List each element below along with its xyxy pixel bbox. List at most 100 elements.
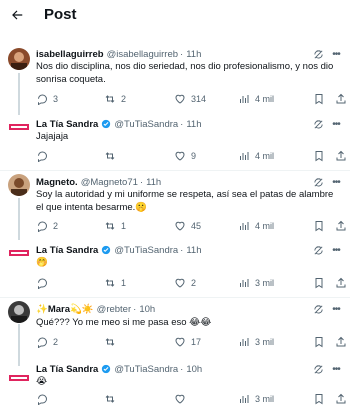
share-icon: [336, 393, 346, 404]
reply-button[interactable]: 2: [36, 336, 58, 348]
grok-icon[interactable]: [312, 303, 324, 315]
reply-icon: [38, 337, 48, 348]
verified-badge-icon: [101, 364, 111, 374]
grok-icon[interactable]: [312, 118, 324, 130]
grok-icon[interactable]: [312, 244, 324, 256]
avatar[interactable]: [8, 301, 30, 323]
tweet-actions: 3 2 314 4 mil: [36, 92, 346, 106]
bookmark-icon: [315, 94, 323, 105]
reply-button[interactable]: [36, 277, 53, 289]
bookmark-button[interactable]: [313, 220, 325, 232]
tweet-text: Qué??? Yo me meo si me pasa eso 😂😂: [36, 317, 212, 328]
heart-icon: [175, 94, 185, 104]
author-name[interactable]: Magneto.: [36, 177, 78, 188]
share-button[interactable]: [335, 93, 347, 105]
author-handle[interactable]: @TuTiaSandra: [114, 245, 178, 256]
tweet-actions: 1 2 3 mil: [36, 276, 346, 290]
like-button[interactable]: 45: [174, 220, 201, 232]
author-handle[interactable]: @rebter: [97, 304, 131, 315]
repost-button[interactable]: 1: [104, 220, 126, 232]
tweet-header: ✨Mara💫☀️ @rebter · 10h: [36, 303, 156, 315]
repost-button[interactable]: 1: [104, 277, 126, 289]
more-options-icon[interactable]: •••: [330, 118, 342, 130]
timestamp[interactable]: 11h: [186, 119, 201, 130]
like-button[interactable]: 17: [174, 336, 201, 348]
grok-icon[interactable]: [312, 363, 324, 375]
share-icon: [336, 93, 346, 104]
repost-button[interactable]: 2: [104, 93, 126, 105]
repost-icon: [105, 338, 115, 346]
author-name[interactable]: La Tía Sandra: [36, 364, 98, 375]
reply-button[interactable]: 3: [36, 93, 58, 105]
back-arrow-icon[interactable]: [8, 6, 26, 24]
like-button[interactable]: 2: [174, 277, 196, 289]
author-name[interactable]: ✨Mara💫☀️: [36, 304, 94, 315]
like-button[interactable]: 9: [174, 150, 196, 162]
repost-button[interactable]: [104, 150, 121, 162]
views-button[interactable]: 4 mil: [238, 93, 274, 105]
author-name[interactable]: La Tía Sandra: [36, 119, 98, 130]
thread-line: [18, 73, 20, 115]
views-icon: [240, 279, 249, 287]
tweet-text: 😭: [36, 376, 48, 387]
share-button[interactable]: [335, 336, 347, 348]
bookmark-button[interactable]: [313, 336, 325, 348]
share-button[interactable]: [335, 393, 347, 405]
reply-icon: [38, 94, 48, 105]
tweet-header: isabellaguirreb @isabellaguirreb · 11h: [36, 48, 202, 60]
bookmark-button[interactable]: [313, 277, 325, 289]
reply-button[interactable]: 2: [36, 220, 58, 232]
repost-icon: [105, 222, 115, 230]
views-button[interactable]: 3 mil: [238, 277, 274, 289]
more-options-icon[interactable]: •••: [330, 176, 342, 188]
avatar[interactable]: [8, 174, 30, 196]
share-button[interactable]: [335, 220, 347, 232]
bookmark-button[interactable]: [313, 150, 325, 162]
views-icon: [240, 152, 249, 160]
bookmark-button[interactable]: [313, 93, 325, 105]
avatar[interactable]: [8, 367, 30, 389]
timestamp[interactable]: 11h: [146, 177, 161, 188]
author-name[interactable]: La Tía Sandra: [36, 245, 98, 256]
avatar[interactable]: [8, 242, 30, 264]
timestamp[interactable]: 10h: [139, 304, 155, 315]
views-button[interactable]: 4 mil: [238, 150, 274, 162]
author-handle[interactable]: @isabellaguirreb: [107, 49, 178, 60]
share-icon: [336, 277, 346, 288]
more-options-icon[interactable]: •••: [330, 244, 342, 256]
thread-line: [18, 324, 20, 366]
reply-icon: [38, 151, 48, 162]
share-button[interactable]: [335, 150, 347, 162]
grok-icon[interactable]: [312, 176, 324, 188]
author-handle[interactable]: @Magneto71: [81, 177, 138, 188]
avatar[interactable]: [8, 48, 30, 70]
reply-button[interactable]: [36, 150, 53, 162]
timestamp[interactable]: 10h: [186, 364, 202, 375]
views-button[interactable]: 3 mil: [238, 336, 274, 348]
grok-icon[interactable]: [312, 48, 324, 60]
timestamp[interactable]: 11h: [186, 49, 201, 60]
tweet-text: Soy la autoridad y mi uniforme se respet…: [36, 189, 334, 213]
author-name[interactable]: isabellaguirreb: [36, 49, 104, 60]
divider: [0, 170, 350, 171]
more-options-icon[interactable]: •••: [330, 48, 342, 60]
reply-button[interactable]: [36, 393, 53, 405]
repost-button[interactable]: [104, 336, 121, 348]
like-button[interactable]: 314: [174, 93, 206, 105]
repost-icon: [105, 395, 115, 403]
page-title: Post: [44, 6, 77, 23]
views-button[interactable]: 3 mil: [238, 393, 274, 405]
bookmark-button[interactable]: [313, 393, 325, 405]
heart-icon: [175, 337, 185, 347]
more-options-icon[interactable]: •••: [330, 363, 342, 375]
tweet-text: Jajajaja: [36, 131, 69, 142]
more-options-icon[interactable]: •••: [330, 303, 342, 315]
timestamp[interactable]: 11h: [186, 245, 201, 256]
avatar[interactable]: [8, 116, 30, 138]
views-button[interactable]: 4 mil: [238, 220, 274, 232]
like-button[interactable]: [174, 393, 191, 405]
author-handle[interactable]: @TuTiaSandra: [114, 364, 178, 375]
repost-button[interactable]: [104, 393, 121, 405]
share-button[interactable]: [335, 277, 347, 289]
author-handle[interactable]: @TuTiaSandra: [114, 119, 178, 130]
